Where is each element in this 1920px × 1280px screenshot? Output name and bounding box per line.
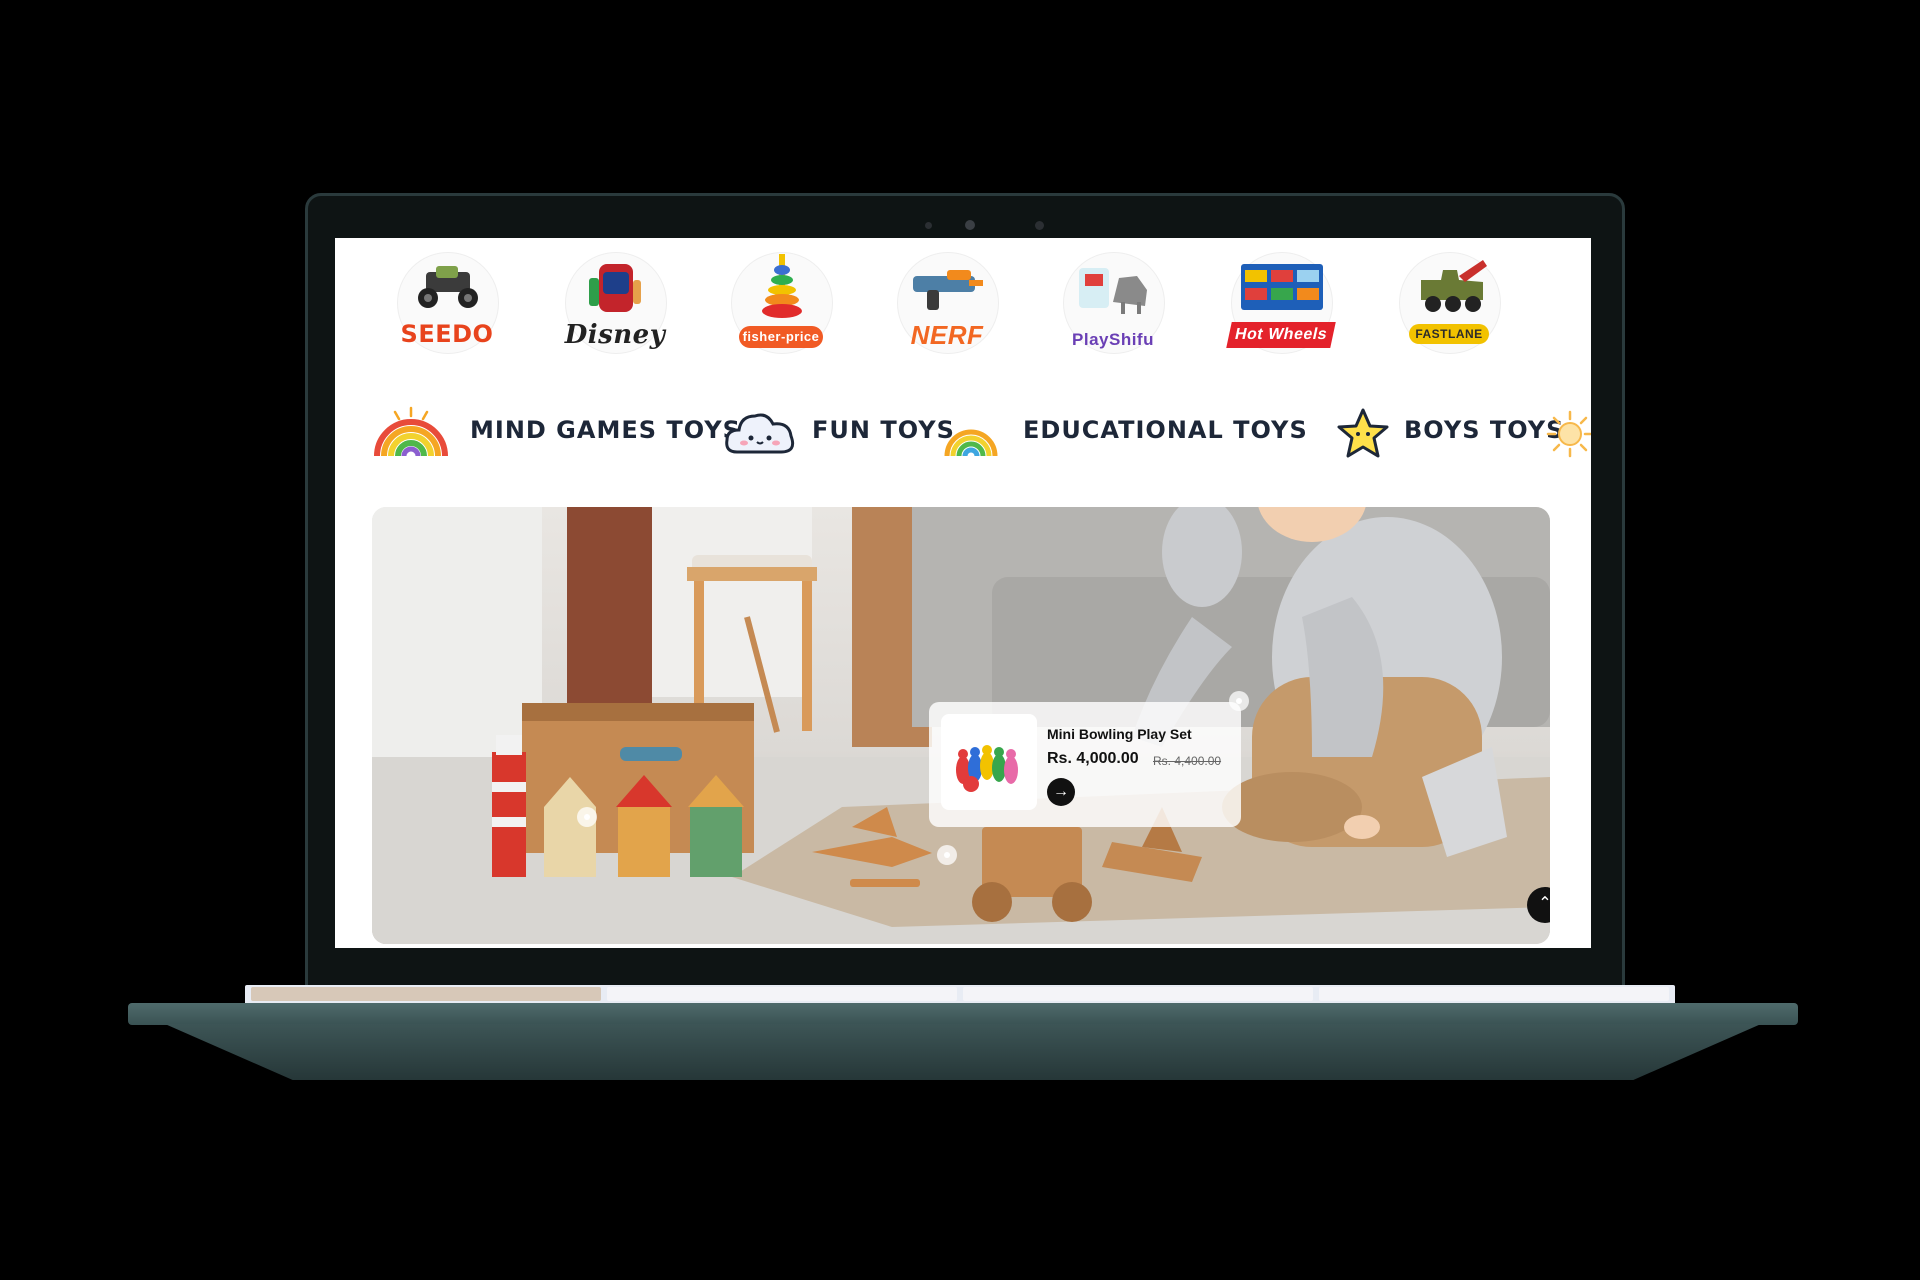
backpack-icon [589, 264, 641, 312]
brand-logo: Disney [564, 320, 666, 350]
brand-logo-text: fisher-price [742, 329, 820, 344]
product-thumbnail[interactable] [941, 714, 1037, 810]
category-nav: MIND GAMES TOYS FUN TOYS EDUCATIONAL TOY… [371, 398, 1591, 468]
brand-logo-text: FASTLANE [1415, 327, 1483, 341]
category-label: MIND GAMES TOYS [470, 416, 741, 444]
sun-icon [1546, 410, 1591, 458]
product-price: Rs. 4,000.00 [1047, 750, 1139, 767]
category-label: FUN TOYS [812, 416, 955, 444]
keyboard-deck-preview [245, 985, 1675, 1003]
brand-fisher-price[interactable]: fisher-price [721, 252, 833, 362]
rc-truck-icon [418, 266, 478, 308]
product-hotspot[interactable] [577, 807, 597, 827]
product-quickview-card[interactable]: Mini Bowling Play Set Rs. 4,000.00 Rs. 4… [929, 702, 1241, 827]
deck-panel [251, 987, 601, 1001]
brand-logo-text: Hot Wheels [1233, 326, 1329, 343]
brand-logo: PlayShifu [1072, 330, 1154, 349]
kit-box-icon [1079, 268, 1147, 314]
laptop-base-edge [165, 1024, 1761, 1080]
deck-panel [1319, 987, 1669, 1001]
blaster-icon [913, 270, 983, 310]
star-icon [1337, 408, 1389, 458]
brand-seedo[interactable]: SEEDO [387, 252, 499, 362]
brand-logo: SEEDO [400, 320, 494, 348]
brand-nerf[interactable]: NERF [887, 252, 999, 362]
car-pack-icon [1241, 264, 1323, 310]
product-hotspot[interactable] [937, 845, 957, 865]
browser-viewport: SEEDO Disney fisher-price NERF PlayShifu… [335, 238, 1591, 948]
camera-dot [925, 222, 932, 229]
category-label: EDUCATIONAL TOYS [1023, 416, 1308, 444]
product-old-price: Rs. 4,400.00 [1153, 754, 1222, 768]
ring-stacker-icon [762, 254, 802, 318]
category-label: BOYS TOYS [1404, 416, 1565, 444]
brand-logo: fisher-price [739, 326, 823, 348]
brand-logo: Hot Wheels [1226, 322, 1336, 348]
brand-logo: FASTLANE [1409, 324, 1489, 344]
product-name[interactable]: Mini Bowling Play Set [1047, 726, 1192, 742]
military-truck-icon [1421, 260, 1487, 312]
camera-lens [965, 220, 975, 230]
cloud-icon [725, 413, 795, 454]
arrow-right-icon[interactable]: → [1047, 778, 1075, 806]
brand-logo: NERF [910, 320, 984, 350]
brand-fastlane[interactable]: FASTLANE [1389, 252, 1501, 362]
laptop-base [128, 1003, 1798, 1025]
brand-hot-wheels[interactable]: Hot Wheels [1221, 252, 1336, 362]
deck-panel [607, 987, 957, 1001]
deck-panel [963, 987, 1313, 1001]
brand-disney[interactable]: Disney [555, 252, 667, 362]
rainbow-icon [374, 406, 448, 457]
brand-carousel: SEEDO Disney fisher-price NERF PlayShifu… [387, 252, 1517, 362]
rainbow-icon [944, 429, 998, 457]
bowling-pins-icon [956, 745, 1018, 792]
hero-banner[interactable]: Mini Bowling Play Set Rs. 4,000.00 Rs. 4… [372, 507, 1550, 944]
brand-playshifu[interactable]: PlayShifu [1053, 252, 1165, 362]
camera-sensor [1035, 221, 1044, 230]
